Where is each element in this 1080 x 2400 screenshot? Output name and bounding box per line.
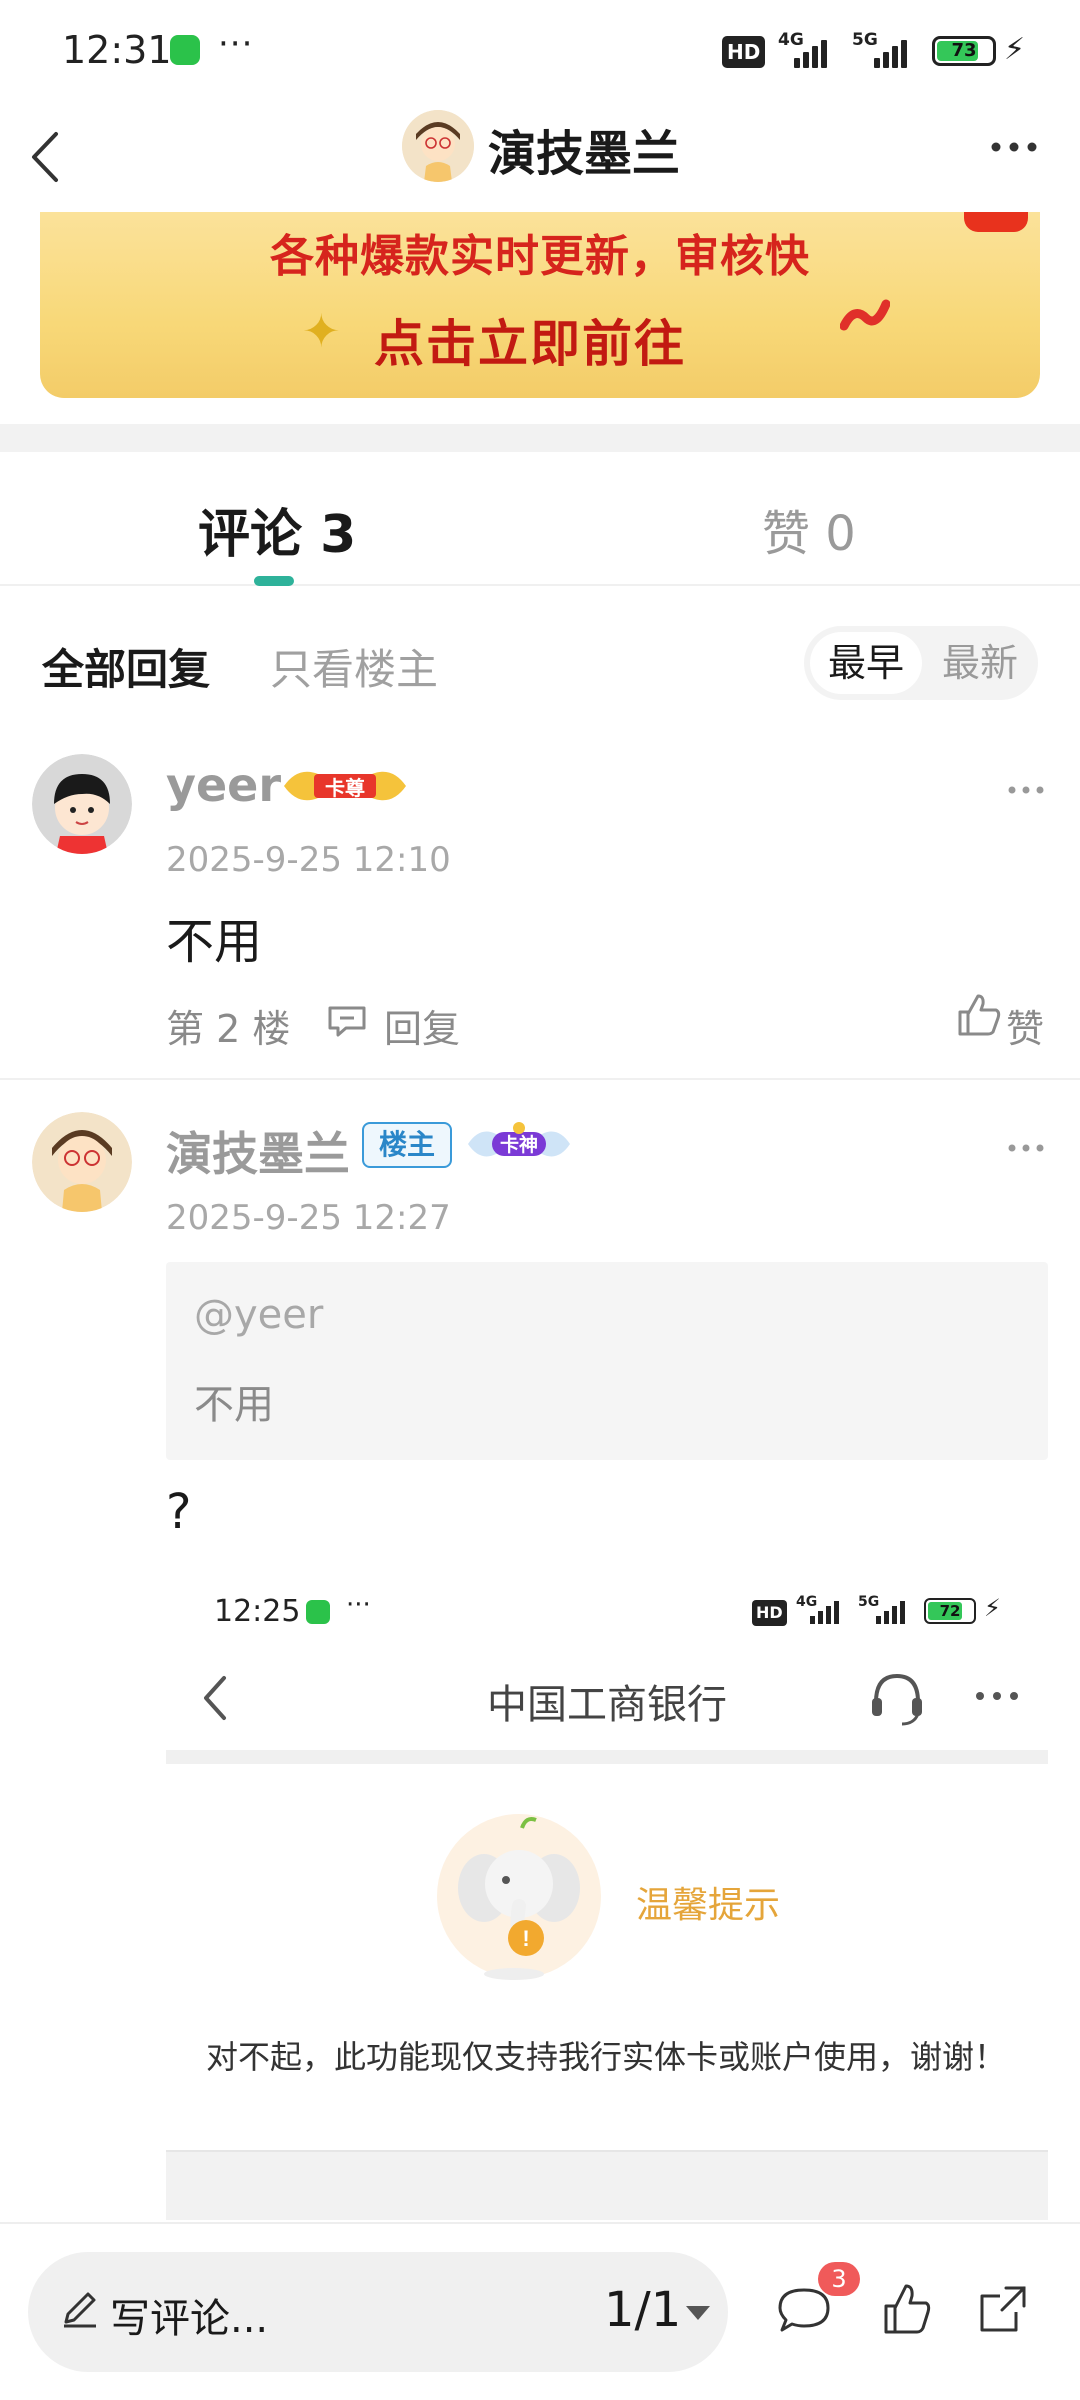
image-status-time: 12:25: [214, 1594, 301, 1629]
pencil-icon: [64, 2292, 96, 2328]
hd-icon: HD: [722, 36, 766, 68]
owner-tag: 楼主: [362, 1122, 452, 1168]
tab-likes[interactable]: 赞 0: [762, 494, 856, 564]
quoted-reply[interactable]: @yeer 不用: [166, 1262, 1048, 1460]
image-divider: [166, 1750, 1048, 1764]
avatar[interactable]: [32, 754, 132, 854]
comment-item: 演技墨兰 楼主 卡神 2025-9-25 12:27 @yeer 不用 ?: [0, 1080, 1080, 1600]
sort-toggle: 最早 最新: [804, 626, 1038, 700]
status-dots: ···: [218, 24, 254, 64]
comment-author[interactable]: 演技墨兰: [166, 1118, 350, 1184]
sparkle-icon: ✦: [302, 304, 341, 358]
headset-icon: [872, 1673, 922, 1726]
svg-text:!: !: [522, 1926, 529, 1951]
comment-more-button[interactable]: [1006, 780, 1046, 800]
image-status-dots: ···: [346, 1590, 371, 1620]
badge-label: 卡尊: [325, 776, 365, 800]
caret-down-icon[interactable]: [684, 2302, 712, 2322]
tab-comments[interactable]: 评论 3: [198, 492, 356, 567]
elephant-mascot-icon: !: [437, 1814, 601, 1980]
avatar[interactable]: [402, 110, 474, 182]
badge-label: 卡神: [499, 1134, 538, 1156]
tab-bar: 评论 3 赞 0: [0, 452, 1080, 586]
image-footer: [166, 2150, 1048, 2220]
comment-count-badge: 3: [818, 2262, 860, 2296]
battery-icon: 73: [932, 36, 996, 66]
signal-icon: [874, 34, 914, 68]
comment-author[interactable]: yeer: [166, 758, 281, 812]
more-horizontal-icon: [1008, 1144, 1044, 1152]
hd-icon: HD: [752, 1600, 787, 1626]
comment-item: yeer 卡尊 2025-9-25 12:10 不用 第 2 楼 回复 赞: [0, 718, 1080, 1078]
section-divider: [0, 424, 1080, 452]
promo-banner[interactable]: 各种爆款实时更新，审核快 ✦ 点击立即前往: [40, 212, 1040, 398]
back-button[interactable]: [22, 120, 82, 190]
comment-timestamp: 2025-9-25 12:10: [166, 840, 451, 880]
attached-image[interactable]: 12:25 ··· HD 4G 5G 72 ⚡ 中国工商银行 ! 温馨提示 对不…: [166, 1566, 1048, 2220]
avatar[interactable]: [32, 1112, 132, 1212]
header: 演技墨兰: [0, 100, 1080, 212]
wechat-icon: [170, 35, 200, 65]
level-badge: 卡神: [464, 1118, 598, 1170]
chevron-left-icon: [32, 132, 58, 182]
reply-icon[interactable]: [326, 1004, 368, 1038]
filter-all-replies[interactable]: 全部回复: [42, 636, 210, 697]
floor-number: 第 2 楼: [166, 1007, 291, 1051]
wechat-icon: [306, 1600, 330, 1624]
page-title: 演技墨兰: [488, 126, 681, 182]
signal-icon: [810, 1598, 842, 1624]
image-battery-level: 72: [939, 1602, 961, 1620]
signal-icon: [794, 34, 834, 68]
quoted-text: 不用: [194, 1382, 274, 1428]
share-icon[interactable]: [976, 2282, 1030, 2336]
status-time: 12:31: [62, 28, 172, 72]
tip-message: 对不起，此功能现仅支持我行实体卡或账户使用，谢谢！: [206, 2038, 1007, 2076]
comment-text: 不用: [166, 914, 263, 970]
reply-filters: 全部回复 只看楼主 最早 最新: [0, 588, 1080, 718]
more-horizontal-icon: [991, 142, 1037, 152]
quoted-user: @yeer: [194, 1292, 324, 1338]
bottom-bar: 写评论... 1/1 3: [0, 2222, 1080, 2400]
write-comment-placeholder: 写评论...: [110, 2296, 269, 2342]
level-badge: 卡尊: [278, 760, 412, 812]
page-indicator[interactable]: 1/1: [604, 2282, 681, 2338]
tab-active-indicator: [254, 576, 294, 586]
like-button[interactable]: 赞: [1006, 998, 1044, 1053]
sort-latest-button[interactable]: 最新: [928, 632, 1032, 694]
filter-owner-only[interactable]: 只看楼主: [270, 636, 438, 697]
thumbs-up-icon[interactable]: [956, 992, 1002, 1038]
status-bar: 12:31 ··· HD 4G 5G 73 ⚡: [0, 0, 1080, 100]
charging-icon: ⚡: [1004, 32, 1026, 67]
sort-earliest-button[interactable]: 最早: [810, 632, 922, 694]
charging-icon: ⚡: [984, 1594, 1001, 1622]
more-horizontal-icon: [976, 1692, 1018, 1700]
reply-button[interactable]: 回复: [384, 998, 460, 1053]
battery-icon: 72: [924, 1598, 976, 1624]
more-horizontal-icon: [1008, 786, 1044, 794]
thumbs-up-icon[interactable]: [882, 2282, 932, 2336]
comment-timestamp: 2025-9-25 12:27: [166, 1198, 451, 1238]
battery-level: 73: [951, 40, 977, 61]
ribbon-icon: [840, 299, 890, 331]
comment-more-button[interactable]: [1006, 1138, 1046, 1158]
tip-title: 温馨提示: [636, 1885, 781, 1926]
comment-text: ?: [166, 1484, 192, 1540]
banner-headline: 各种爆款实时更新，审核快: [270, 231, 810, 282]
write-comment-input[interactable]: 写评论... 1/1: [28, 2252, 728, 2372]
banner-cta[interactable]: 点击立即前往: [374, 304, 686, 376]
more-button[interactable]: [984, 122, 1044, 172]
signal-icon: [876, 1598, 908, 1624]
